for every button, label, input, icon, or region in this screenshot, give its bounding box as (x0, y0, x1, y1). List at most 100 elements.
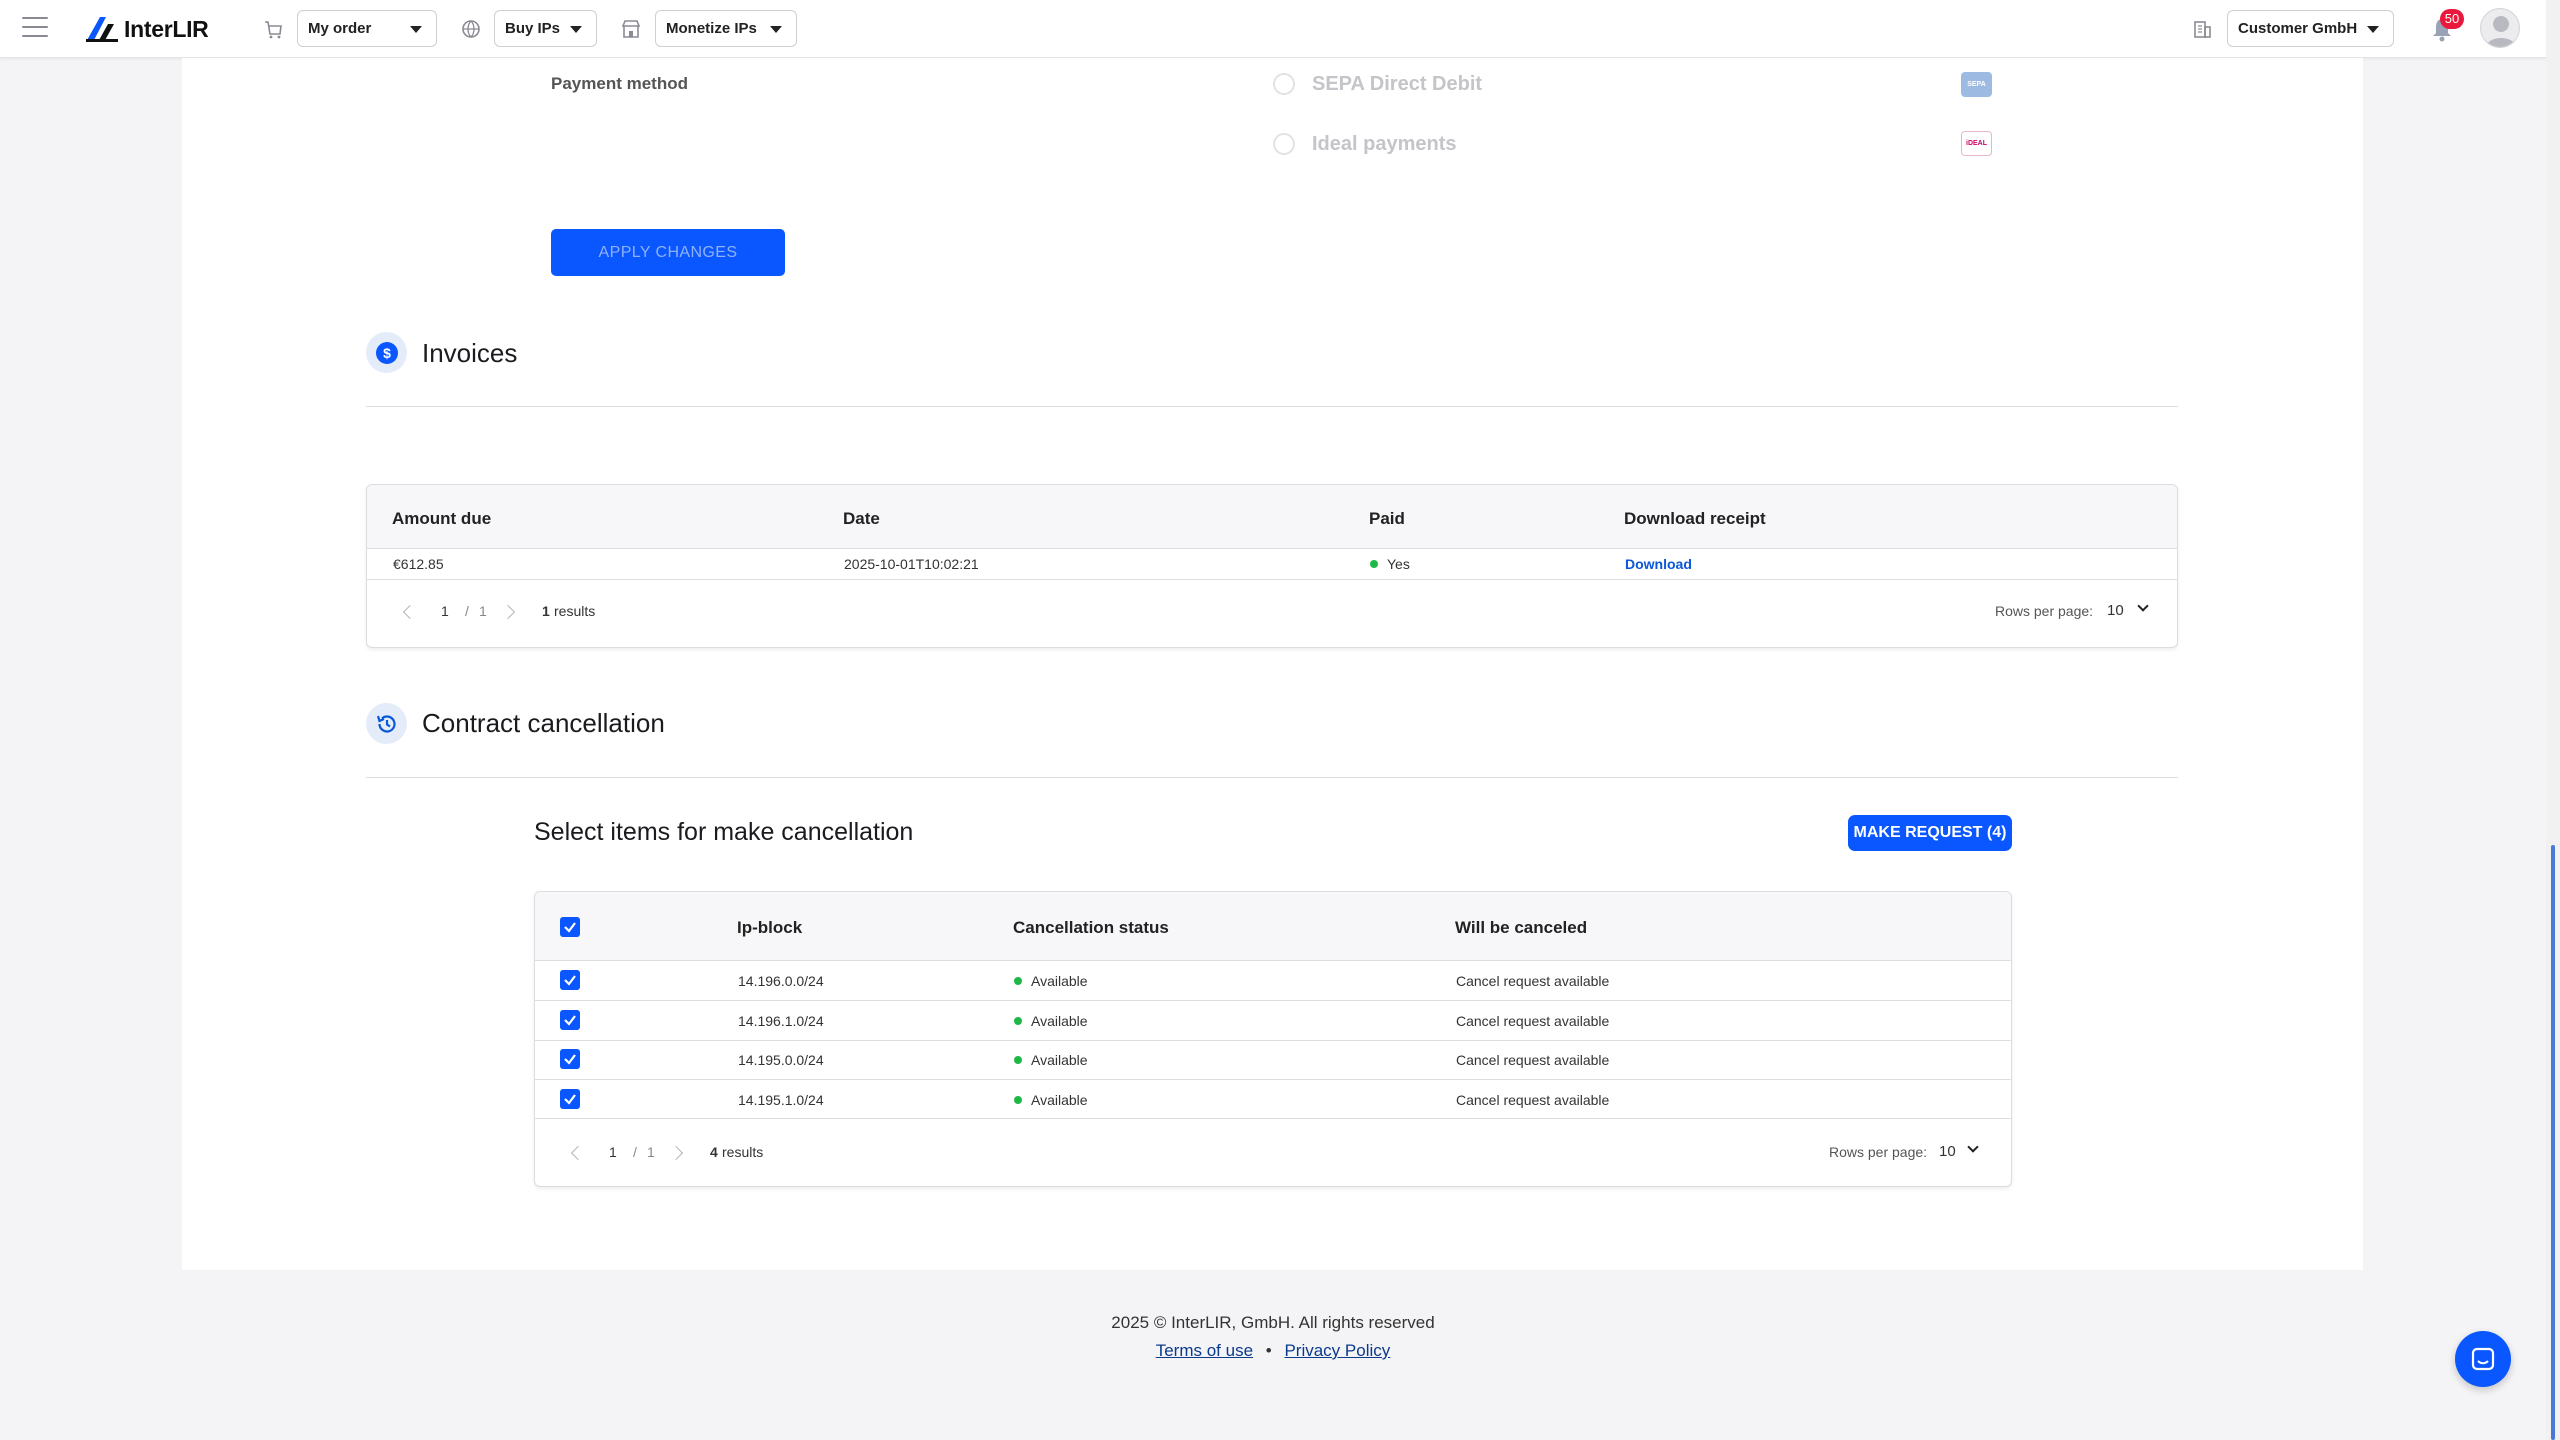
copyright-text: 2025 © InterLIR, GmbH. All rights reserv… (1111, 1313, 1435, 1332)
rows-per-page-select[interactable]: 10 (1939, 1143, 1956, 1160)
invoices-table-header (367, 485, 2177, 549)
results-count: 1 (542, 603, 550, 619)
amount-cell: €612.85 (393, 556, 444, 572)
ip-block-cell: 14.196.0.0/24 (738, 973, 824, 989)
buy-ips-label: Buy IPs (505, 20, 561, 37)
status-cell: Available (1014, 1092, 1088, 1108)
ip-block-cell: 14.195.0.0/24 (738, 1052, 824, 1068)
row-checkbox[interactable] (560, 970, 580, 990)
status-dot (1014, 1056, 1022, 1064)
select-items-title: Select items for make cancellation (534, 818, 914, 846)
status-text: Available (1031, 1013, 1088, 1029)
ideal-radio[interactable] (1273, 133, 1295, 155)
row-divider (535, 1040, 2011, 1041)
paid-cell: Yes (1370, 556, 1410, 572)
cancellation-table: Ip-block Cancellation status Will be can… (534, 891, 2012, 1187)
ideal-option-label: Ideal payments (1312, 133, 1457, 155)
terms-of-use-link[interactable]: Terms of use (1156, 1341, 1253, 1360)
invoices-divider (366, 406, 2178, 407)
make-request-button[interactable]: MAKE REQUEST (4) (1848, 815, 2012, 851)
will-be-canceled-cell: Cancel request available (1456, 1013, 1610, 1029)
company-dropdown[interactable]: Customer GmbH (2227, 10, 2394, 47)
column-header-ip-block: Ip-block (737, 918, 803, 937)
will-be-canceled-cell: Cancel request available (1456, 1052, 1610, 1068)
chat-icon (2471, 1347, 2495, 1371)
store-icon (620, 18, 642, 40)
footer-links: Terms of use • Privacy Policy (0, 1341, 2546, 1361)
column-header-date: Date (843, 509, 880, 528)
ip-block-cell: 14.196.1.0/24 (738, 1013, 824, 1029)
download-link[interactable]: Download (1625, 556, 1692, 572)
chevron-down-icon (2367, 26, 2379, 33)
next-page-icon[interactable] (668, 1145, 684, 1161)
row-divider (535, 1079, 2011, 1080)
column-header-cancellation-status: Cancellation status (1013, 918, 1169, 937)
chevron-down-icon (570, 26, 582, 33)
status-dot (1370, 560, 1378, 568)
buy-ips-dropdown[interactable]: Buy IPs (494, 10, 597, 47)
status-cell: Available (1014, 1013, 1088, 1029)
results-label: results (554, 603, 596, 619)
status-text: Available (1031, 1092, 1088, 1108)
dollar-icon: $ (366, 332, 407, 373)
check-icon (564, 1015, 576, 1026)
history-icon (366, 703, 407, 744)
payment-method-label: Payment method (551, 74, 688, 93)
column-header-amount-due: Amount due (392, 509, 492, 528)
select-all-checkbox[interactable] (560, 917, 580, 937)
privacy-policy-link[interactable]: Privacy Policy (1284, 1341, 1390, 1360)
row-divider (535, 1118, 2011, 1119)
status-dot (1014, 977, 1022, 985)
invoices-table: Amount due Date Paid Download receipt €6… (366, 484, 2178, 648)
row-checkbox[interactable] (560, 1010, 580, 1030)
results-label: results (722, 1144, 764, 1160)
row-checkbox[interactable] (560, 1049, 580, 1069)
row-divider (535, 1000, 2011, 1001)
row-checkbox[interactable] (560, 1089, 580, 1109)
status-text: Available (1031, 1052, 1088, 1068)
prev-page-icon[interactable] (570, 1145, 586, 1161)
interlir-logo-icon (86, 17, 118, 42)
rows-per-page-select[interactable]: 10 (2107, 602, 2124, 619)
prev-page-icon[interactable] (402, 604, 418, 620)
page-separator: / (465, 603, 469, 619)
menu-icon[interactable] (22, 17, 48, 39)
page-separator: / (633, 1144, 637, 1160)
column-header-download-receipt: Download receipt (1624, 509, 1766, 528)
column-header-will-be-canceled: Will be canceled (1455, 918, 1588, 937)
date-cell: 2025-10-01T10:02:21 (844, 556, 979, 572)
chevron-down-icon (770, 26, 782, 33)
check-icon (564, 922, 576, 933)
apply-changes-button[interactable]: APPLY CHANGES (551, 229, 785, 276)
status-cell: Available (1014, 1052, 1088, 1068)
chat-launcher-button[interactable] (2455, 1331, 2511, 1387)
user-icon (2486, 16, 2516, 47)
scrollbar-thumb[interactable] (2551, 845, 2555, 1440)
footer-separator: • (1265, 1341, 1272, 1360)
total-pages: 1 (479, 603, 487, 619)
check-icon (564, 1054, 576, 1065)
chevron-down-icon[interactable] (1967, 1141, 1979, 1153)
user-avatar[interactable] (2480, 8, 2520, 48)
my-order-dropdown[interactable]: My order (297, 10, 437, 47)
notification-count-badge: 50 (2440, 9, 2464, 29)
status-dot (1014, 1017, 1022, 1025)
top-navigation-bar: InterLIR My order Buy IPs Monetize IPs C… (0, 0, 2546, 58)
chevron-down-icon[interactable] (2137, 600, 2149, 612)
brand-logo[interactable]: InterLIR (84, 13, 209, 45)
will-be-canceled-cell: Cancel request available (1456, 973, 1610, 989)
current-page: 1 (609, 1144, 617, 1160)
sepa-logo-icon: SEPA (1961, 72, 1992, 97)
status-dot (1014, 1096, 1022, 1104)
next-page-icon[interactable] (500, 604, 516, 620)
building-icon (2191, 18, 2213, 40)
total-pages: 1 (647, 1144, 655, 1160)
will-be-canceled-cell: Cancel request available (1456, 1092, 1610, 1108)
sepa-radio[interactable] (1273, 73, 1295, 95)
monetize-ips-dropdown[interactable]: Monetize IPs (655, 10, 797, 47)
current-page: 1 (441, 603, 449, 619)
row-divider (367, 579, 2177, 580)
ip-block-cell: 14.195.1.0/24 (738, 1092, 824, 1108)
brand-name: InterLIR (124, 15, 209, 42)
rows-per-page-label: Rows per page: (1829, 1144, 1928, 1160)
